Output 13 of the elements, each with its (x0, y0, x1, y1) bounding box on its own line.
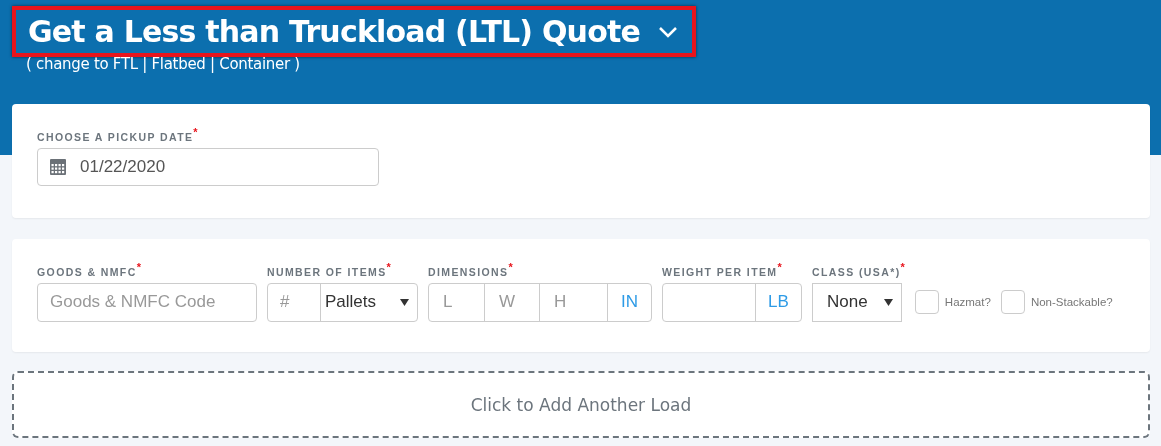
caret-icon (884, 298, 893, 306)
title-dropdown[interactable]: Get a Less than Truckload (LTL) Quote (12, 6, 697, 57)
checkbox-label: Hazmat? (944, 296, 991, 308)
checkbox-label: Non-Stackable? (1030, 296, 1113, 308)
checkbox[interactable] (914, 290, 939, 314)
class-select[interactable]: None (812, 282, 902, 322)
checkbox[interactable] (1000, 290, 1025, 314)
mode-links[interactable]: ( change to FTL | Flatbed | Container ) (26, 55, 300, 73)
add-load-button[interactable]: Click to Add Another Load (12, 371, 1150, 438)
goods-field[interactable]: Goods & NMFC Code (37, 282, 257, 322)
calendar-icon (50, 158, 66, 175)
date-field[interactable]: 01/22/2020 (37, 147, 379, 186)
chevron-down-icon (658, 25, 679, 38)
